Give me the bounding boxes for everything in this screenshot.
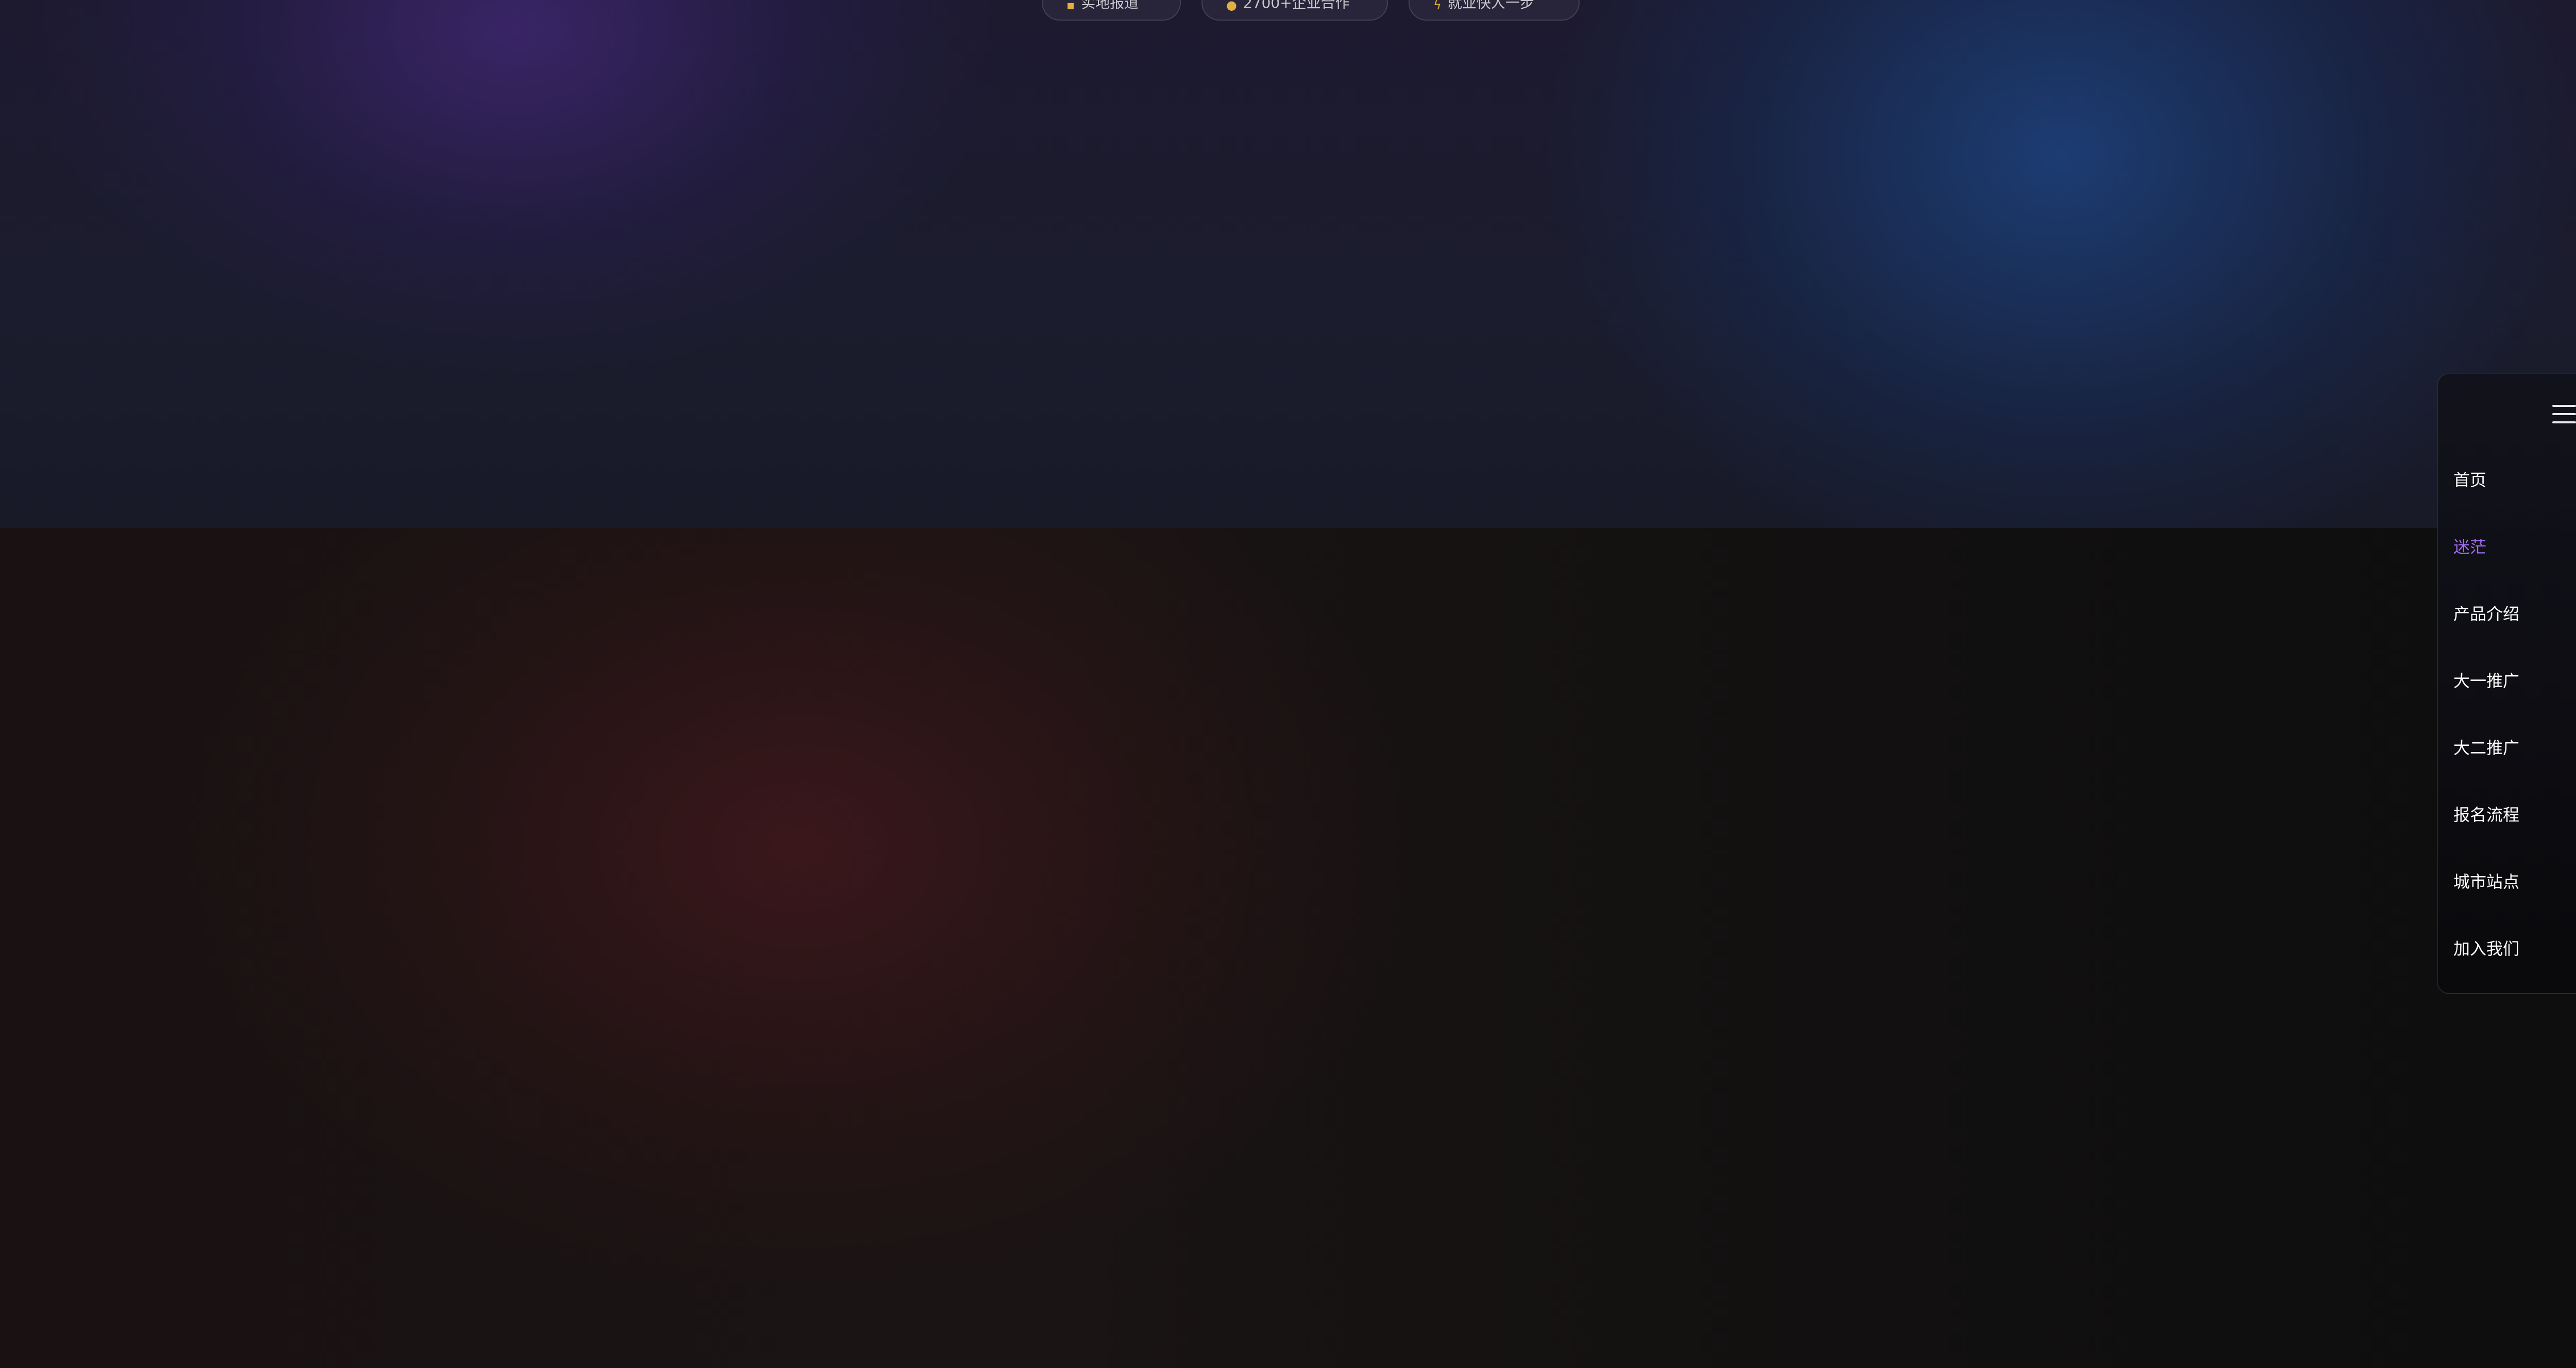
nav-item-home[interactable]: 首页: [2453, 472, 2519, 539]
hamburger-menu-icon[interactable]: [2552, 405, 2576, 423]
hero-bottom-section: [0, 528, 2576, 1368]
side-navigation: 首页 迷茫 产品介绍 大一推广 大二推广 报名流程 城市站点 加入我们: [2437, 373, 2576, 994]
feature-pill-employment[interactable]: ϟ 就业快人一步: [1409, 0, 1580, 21]
nav-item-city-sites[interactable]: 城市站点: [2453, 874, 2519, 940]
feature-pill-row: ▪ 实地报道 ● 2700+企业合作 ϟ 就业快人一步: [1042, 0, 1580, 21]
hero-top-section: ▪ 实地报道 ● 2700+企业合作 ϟ 就业快人一步: [0, 0, 2576, 528]
nav-item-signup-process[interactable]: 报名流程: [2453, 807, 2519, 874]
nav-item-sophomore-promo[interactable]: 大二推广: [2453, 740, 2519, 807]
nav-item-product[interactable]: 产品介绍: [2453, 606, 2519, 673]
page: ▪ 实地报道 ● 2700+企业合作 ϟ 就业快人一步 首页 迷茫 产品介绍 大…: [0, 0, 2576, 1368]
feature-pill-label: 就业快人一步: [1447, 0, 1534, 11]
feature-pill-partners[interactable]: ● 2700+企业合作: [1201, 0, 1388, 21]
nav-item-join-us[interactable]: 加入我们: [2453, 940, 2519, 1007]
nav-item-freshman-promo[interactable]: 大一推广: [2453, 673, 2519, 740]
nav-list: 首页 迷茫 产品介绍 大一推广 大二推广 报名流程 城市站点 加入我们: [2453, 472, 2519, 1007]
feature-pill-label: 2700+企业合作: [1243, 0, 1350, 11]
nav-item-confused[interactable]: 迷茫: [2453, 539, 2519, 606]
feature-pill-report[interactable]: ▪ 实地报道: [1042, 0, 1181, 21]
star-icon: ●: [1226, 0, 1237, 12]
gift-icon: ▪: [1066, 0, 1075, 12]
bolt-icon: ϟ: [1433, 0, 1442, 12]
feature-pill-label: 实地报道: [1081, 0, 1139, 11]
